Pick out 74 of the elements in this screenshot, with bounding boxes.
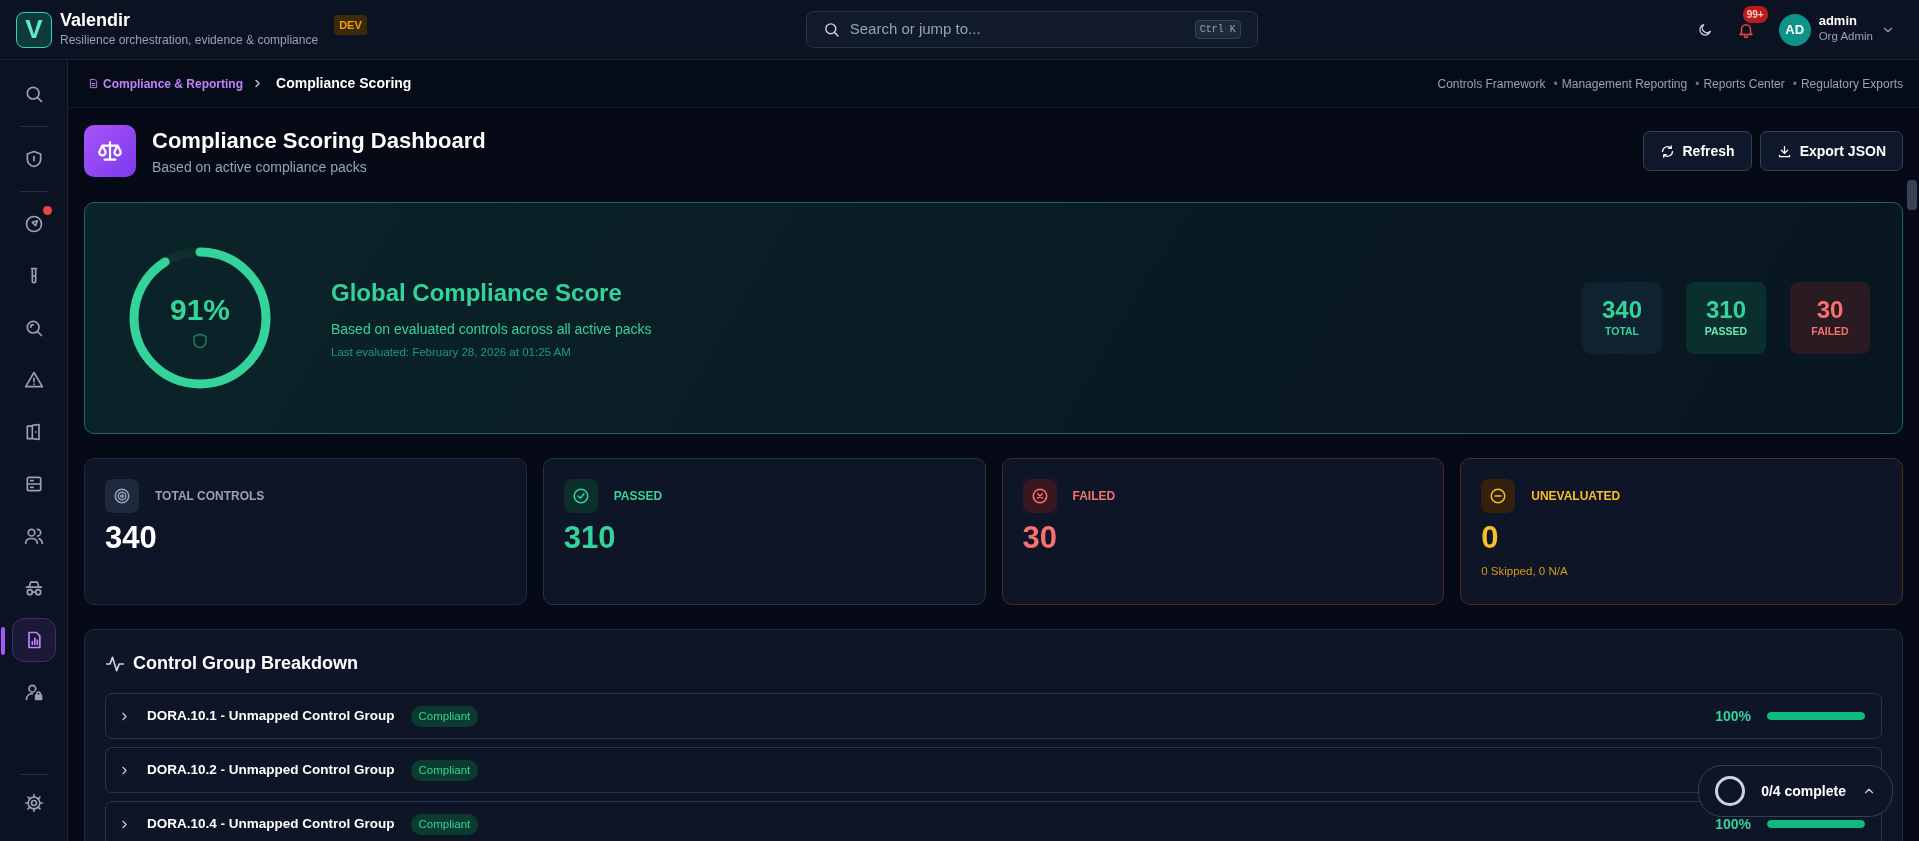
score-description: Based on evaluated controls across all active packs (331, 320, 652, 340)
status-badge: Compliant (410, 759, 479, 781)
progress-ring-icon (1715, 776, 1746, 806)
group-name: DORA.10.4 - Unmapped Control Group (147, 815, 395, 834)
tile-label: FAILED (1811, 323, 1849, 339)
moon-icon[interactable] (1696, 21, 1713, 38)
check-circle-icon (571, 487, 590, 506)
status-badge: Compliant (410, 705, 479, 727)
group-row[interactable]: DORA.10.4 - Unmapped Control Group Compliant 100% (105, 801, 1882, 841)
page-subtitle: Based on active compliance packs (152, 158, 368, 178)
quick-link[interactable]: Management Reporting (1561, 74, 1688, 93)
score-percent: 91% (169, 291, 230, 328)
separator-dot: • (1695, 75, 1700, 93)
notification-badge: 99+ (1742, 5, 1768, 23)
stat-value: 0 (1481, 521, 1500, 556)
score-title: Global Compliance Score (331, 278, 623, 309)
user-role: Org Admin (1818, 29, 1873, 45)
stat-value: 30 (1022, 521, 1058, 556)
refresh-icon (1659, 143, 1675, 159)
last-evaluated: Last evaluated: February 28, 2026 at 01:25 AM (331, 345, 572, 361)
breadcrumb-current: Compliance Scoring (276, 74, 412, 94)
quick-link[interactable]: Regulatory Exports (1800, 74, 1903, 93)
checklist-widget[interactable]: 0/4 complete (1698, 765, 1893, 817)
tile-label: TOTAL (1605, 323, 1639, 339)
header-button[interactable]: Export JSON (1759, 131, 1903, 172)
shortcut-hint: Ctrl K (1194, 20, 1241, 40)
search-field[interactable]: Search or jump to... (847, 17, 1187, 42)
navigation-icon (23, 214, 44, 235)
minus-circle-icon (1489, 487, 1508, 506)
section-title: Control Group Breakdown (133, 652, 358, 676)
group-percent: 100% (1715, 706, 1751, 726)
status-badge: Compliant (410, 813, 479, 835)
quick-link[interactable]: Controls Framework (1437, 74, 1546, 93)
tile-value: 30 (1816, 297, 1844, 324)
users-icon (23, 526, 44, 547)
activity-icon (105, 653, 125, 674)
group-name: DORA.10.1 - Unmapped Control Group (147, 707, 395, 726)
target-icon (113, 487, 131, 506)
stat-label: FAILED (1072, 488, 1116, 506)
user-lock-icon (23, 682, 44, 703)
separator-dot: • (1792, 75, 1797, 93)
scrollbar-thumb[interactable] (1907, 180, 1917, 211)
group-name: DORA.10.2 - Unmapped Control Group (147, 761, 395, 780)
warning-icon (23, 370, 44, 391)
stat-note: 0 Skipped, 0 N/A (1481, 564, 1569, 580)
search-bar[interactable]: Search or jump to... Ctrl K (805, 11, 1258, 49)
app-tagline: Resilience orchestration, evidence & compliance (60, 31, 319, 49)
user-name: admin (1818, 13, 1858, 29)
group-percent: 100% (1715, 814, 1751, 834)
logo[interactable]: V (16, 11, 52, 48)
stat-value: 340 (105, 521, 158, 556)
separator-dot: • (1553, 75, 1558, 93)
scale-icon (84, 125, 136, 178)
search-icon (822, 21, 840, 39)
stat-label: UNEVALUATED (1531, 488, 1621, 506)
app-name: Valendir (60, 10, 132, 31)
document-icon (88, 78, 99, 90)
stat-value: 310 (563, 521, 617, 556)
x-circle-icon (1030, 487, 1049, 506)
group-row[interactable]: DORA.10.1 - Unmapped Control Group Compliant 100% (105, 693, 1882, 740)
page-title: Compliance Scoring Dashboard (152, 127, 486, 156)
breadcrumb-link[interactable]: Compliance & Reporting (88, 74, 243, 93)
stat-label: TOTAL CONTROLS (155, 488, 265, 506)
shield-icon (191, 331, 209, 350)
tile-label: PASSED (1704, 323, 1748, 339)
tile-value: 310 (1705, 297, 1746, 324)
settings-icon (23, 793, 44, 813)
download-icon (1776, 143, 1792, 159)
environment-badge: DEV (334, 14, 367, 36)
header-button[interactable]: Refresh (1642, 131, 1752, 172)
tile-value: 340 (1601, 297, 1642, 324)
user-avatar[interactable]: AD (1778, 13, 1811, 46)
quick-link[interactable]: Reports Center (1703, 74, 1785, 93)
stat-label: PASSED (613, 488, 663, 506)
